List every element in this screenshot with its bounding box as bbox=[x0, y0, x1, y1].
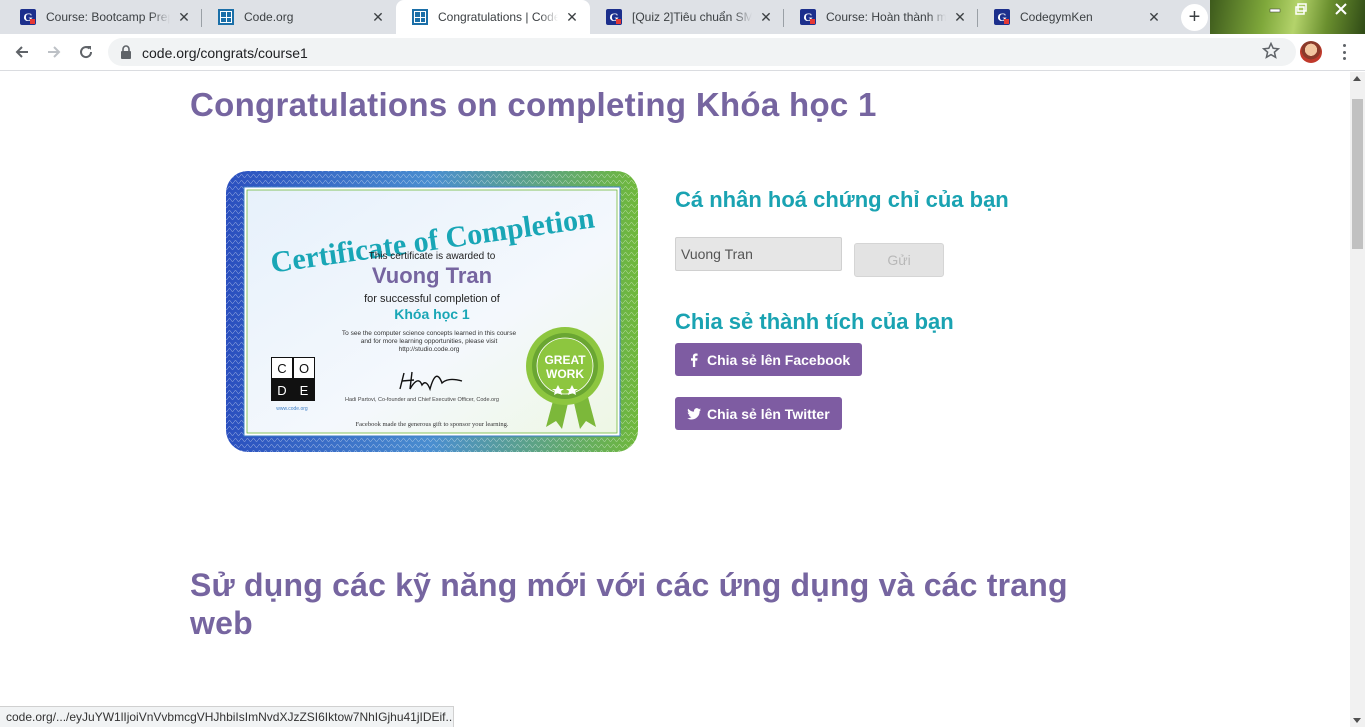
tab-code-org[interactable]: Code.org ✕ bbox=[202, 0, 396, 34]
tab-title: CodegymKen bbox=[1020, 10, 1093, 24]
tab-title: Congratulations | Code.org bbox=[438, 10, 558, 24]
forward-button[interactable] bbox=[40, 38, 68, 66]
minimize-icon bbox=[1269, 8, 1281, 13]
profile-avatar[interactable] bbox=[1300, 41, 1322, 63]
close-icon[interactable]: ✕ bbox=[758, 9, 774, 25]
tab-congratulations[interactable]: Congratulations | Code.org ✕ bbox=[396, 0, 590, 34]
reload-button[interactable] bbox=[72, 38, 100, 66]
code-org-icon bbox=[218, 9, 234, 25]
plus-icon: + bbox=[1188, 6, 1201, 28]
share-facebook-label: Chia sẻ lên Facebook bbox=[707, 351, 851, 368]
close-icon[interactable]: ✕ bbox=[370, 9, 386, 25]
certificate-sponsor: Facebook made the generous gift to spons… bbox=[356, 421, 509, 428]
codegym-icon: G bbox=[800, 9, 816, 25]
tab-title: Course: Bootcamp Preparation bbox=[46, 10, 170, 24]
logo-letter-c: C bbox=[277, 361, 286, 376]
share-facebook-button[interactable]: Chia sẻ lên Facebook bbox=[675, 343, 863, 376]
share-twitter-button[interactable]: Chia sẻ lên Twitter bbox=[675, 397, 842, 430]
logo-letter-o: O bbox=[299, 361, 309, 376]
submit-button[interactable]: Gửi bbox=[854, 243, 944, 277]
address-bar[interactable]: code.org/congrats/course1 bbox=[108, 38, 1296, 66]
personalize-heading: Cá nhân hoá chứng chỉ của bạn bbox=[675, 187, 1009, 212]
codegym-icon: G bbox=[20, 9, 36, 25]
apps-heading: Sử dụng các kỹ năng mới với các ứng dụng… bbox=[190, 567, 1068, 641]
share-heading: Chia sẻ thành tích của bạn bbox=[675, 309, 954, 334]
certificate-info-line3: http://studio.code.org bbox=[399, 346, 460, 353]
url-text[interactable]: code.org/congrats/course1 bbox=[142, 45, 308, 61]
status-bar-url: code.org/.../eyJuYW1lIjoiVnVvbmcgVHJhbiI… bbox=[0, 706, 454, 727]
twitter-icon bbox=[687, 407, 701, 421]
certificate-awarded-text: This certificate is awarded to bbox=[369, 251, 496, 262]
page-title: Congratulations on completing Khóa học 1 bbox=[190, 86, 877, 123]
logo-url: www.code.org bbox=[276, 406, 308, 412]
facebook-icon bbox=[687, 353, 701, 367]
codegym-icon: G bbox=[994, 9, 1010, 25]
restore-button[interactable] bbox=[1288, 0, 1314, 18]
minimize-button[interactable] bbox=[1262, 0, 1288, 18]
name-input[interactable] bbox=[675, 237, 842, 271]
close-window-icon bbox=[1335, 3, 1347, 15]
scroll-thumb[interactable] bbox=[1352, 99, 1363, 249]
close-window-button[interactable] bbox=[1326, 0, 1356, 18]
code-org-icon bbox=[412, 9, 428, 25]
certificate-info-line2: and for more learning opportunities, ple… bbox=[361, 338, 498, 345]
close-icon[interactable]: ✕ bbox=[1146, 9, 1162, 25]
back-button[interactable] bbox=[8, 38, 36, 66]
certificate-image[interactable]: Certificate of Completion This certifica… bbox=[222, 167, 642, 456]
arrow-left-icon bbox=[15, 46, 28, 58]
tab-quiz-smart[interactable]: G [Quiz 2]Tiêu chuẩn SMART ✕ bbox=[590, 0, 784, 34]
badge-line1: GREAT bbox=[544, 353, 586, 367]
browser-toolbar: code.org/congrats/course1 bbox=[0, 34, 1365, 71]
certificate-signer-title: Hadi Partovi, Co-founder and Chief Execu… bbox=[345, 397, 499, 403]
close-icon[interactable]: ✕ bbox=[952, 9, 968, 25]
scroll-down-icon[interactable] bbox=[1353, 718, 1361, 723]
share-twitter-label: Chia sẻ lên Twitter bbox=[707, 405, 830, 422]
tab-strip: G Course: Bootcamp Preparation ✕ Code.or… bbox=[0, 0, 1365, 34]
tab-title: Course: Hoàn thành mọi việc bbox=[826, 10, 946, 24]
certificate-recipient: Vuong Tran bbox=[372, 263, 492, 288]
certificate-info-line1: To see the computer science concepts lea… bbox=[342, 330, 517, 337]
badge-line2: WORK bbox=[546, 367, 584, 381]
tab-course-bootcamp[interactable]: G Course: Bootcamp Preparation ✕ bbox=[4, 0, 202, 34]
lock-icon[interactable] bbox=[120, 45, 132, 59]
restore-icon bbox=[1295, 3, 1307, 15]
new-tab-button[interactable]: + bbox=[1181, 4, 1208, 31]
tab-title: [Quiz 2]Tiêu chuẩn SMART bbox=[632, 10, 752, 24]
close-icon[interactable]: ✕ bbox=[564, 9, 580, 25]
tab-codegymken[interactable]: G CodegymKen ✕ bbox=[978, 0, 1172, 34]
certificate-completion-text: for successful completion of bbox=[364, 293, 501, 305]
browser-menu-button[interactable] bbox=[1336, 42, 1352, 62]
logo-letter-d: D bbox=[277, 383, 286, 398]
codegym-icon: G bbox=[606, 9, 622, 25]
scroll-up-icon[interactable] bbox=[1353, 76, 1361, 81]
bookmark-star-icon[interactable] bbox=[1262, 42, 1280, 60]
reload-icon bbox=[80, 46, 93, 59]
tab-title: Code.org bbox=[244, 10, 294, 24]
certificate-course: Khóa học 1 bbox=[394, 306, 470, 322]
tab-course-hoan-thanh[interactable]: G Course: Hoàn thành mọi việc ✕ bbox=[784, 0, 978, 34]
close-icon[interactable]: ✕ bbox=[176, 9, 192, 25]
arrow-right-icon bbox=[48, 46, 61, 58]
page-scrollbar[interactable] bbox=[1350, 72, 1365, 727]
logo-letter-e: E bbox=[300, 383, 309, 398]
